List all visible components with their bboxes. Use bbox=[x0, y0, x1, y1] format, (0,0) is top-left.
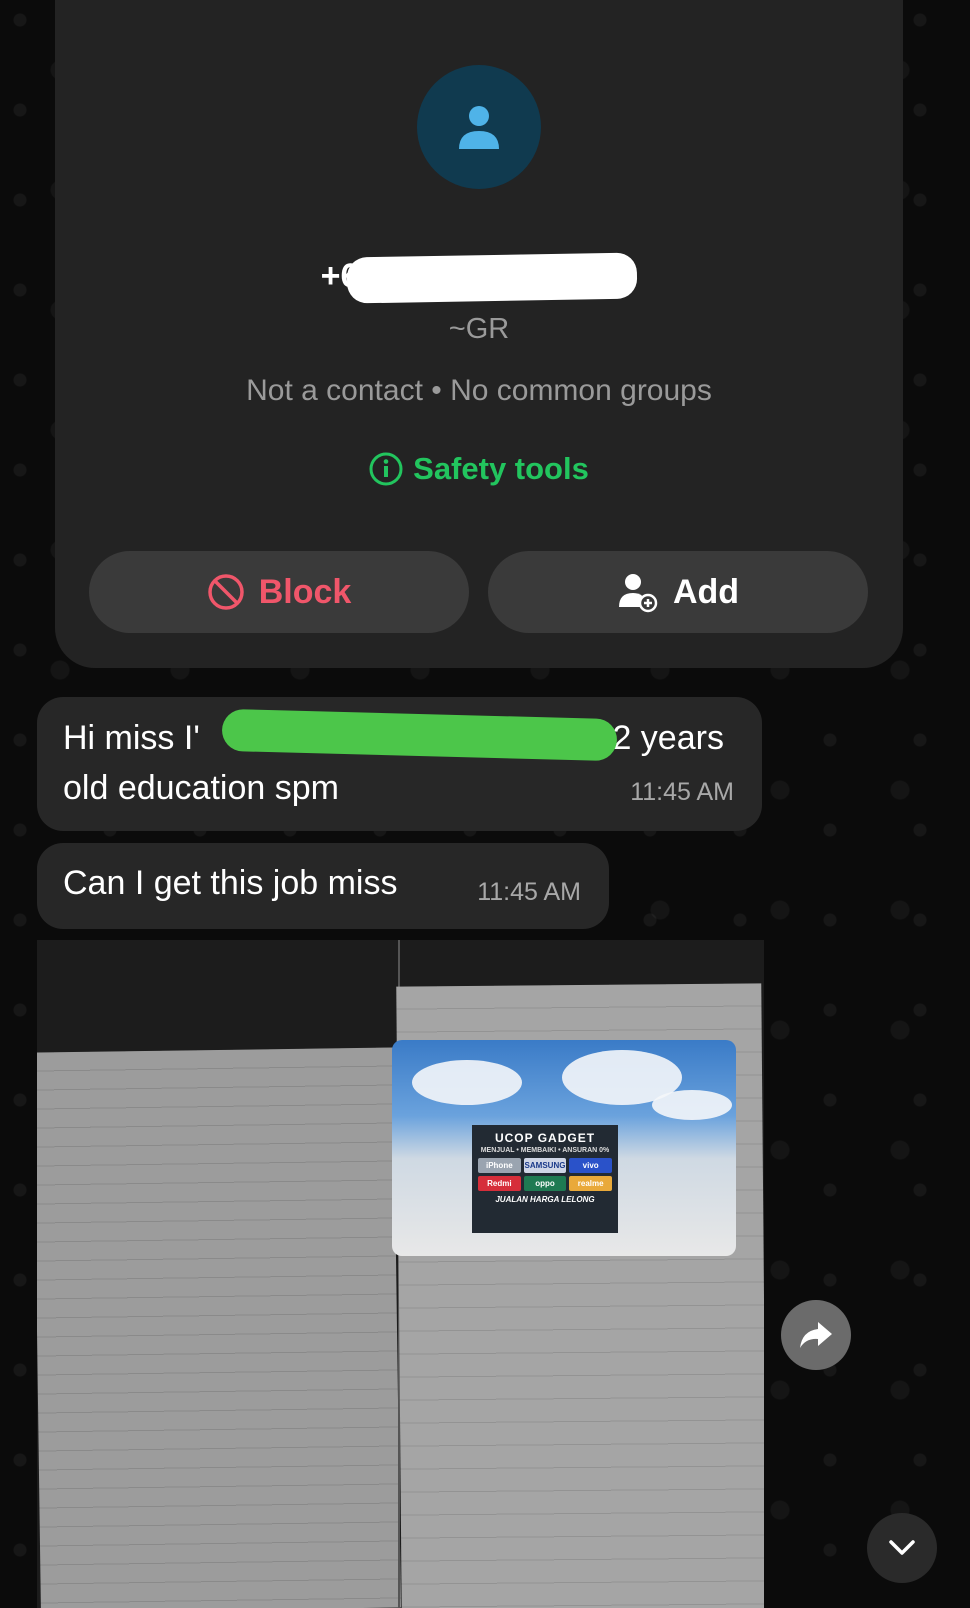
avatar[interactable] bbox=[417, 65, 541, 189]
scroll-to-bottom-button[interactable] bbox=[867, 1513, 937, 1583]
info-icon bbox=[369, 452, 403, 486]
block-label: Block bbox=[258, 572, 352, 611]
shop-sign: UCOP GADGET MENJUAL • MEMBAIKI • ANSURAN… bbox=[472, 1125, 618, 1233]
logo-redmi: Redmi bbox=[478, 1176, 521, 1191]
push-name: ~GR bbox=[448, 313, 510, 345]
logo-iphone: iPhone bbox=[478, 1158, 521, 1173]
cloud bbox=[652, 1090, 732, 1120]
sign-footer: JUALAN HARGA LELONG bbox=[495, 1195, 595, 1204]
safety-tools-link[interactable]: Safety tools bbox=[55, 451, 903, 487]
person-icon bbox=[459, 106, 499, 149]
incoming-message[interactable]: Hi miss I' I'm 22 years old education spm… bbox=[37, 697, 762, 831]
contact-info-card: +6 ~GR Not a contact • No common groups … bbox=[55, 0, 903, 668]
logo-vivo: vivo bbox=[569, 1158, 612, 1173]
block-button[interactable]: Block bbox=[89, 551, 469, 633]
shop-photo[interactable]: UCOP GADGET MENJUAL • MEMBAIKI • ANSURAN… bbox=[392, 1040, 736, 1256]
forward-icon bbox=[800, 1322, 832, 1348]
message-text: Can I get this job miss bbox=[63, 864, 398, 902]
redaction-mark bbox=[346, 252, 638, 304]
logo-samsung: SAMSUNG bbox=[523, 1158, 567, 1173]
logo-oppo: oppo bbox=[523, 1176, 567, 1191]
sign-tagline: MENJUAL • MEMBAIKI • ANSURAN 0% bbox=[480, 1147, 610, 1154]
incoming-message[interactable]: Can I get this job miss 11:45 AM bbox=[37, 843, 609, 929]
add-contact-button[interactable]: Add bbox=[488, 551, 868, 633]
handwritten-resume-page bbox=[37, 1047, 401, 1608]
forward-button[interactable] bbox=[781, 1300, 851, 1370]
message-time: 11:45 AM bbox=[630, 778, 734, 806]
add-person-icon bbox=[618, 574, 658, 613]
sign-brand: UCOP GADGET bbox=[494, 1131, 596, 1145]
add-label: Add bbox=[672, 572, 740, 611]
block-icon bbox=[207, 574, 244, 610]
phone-number: +6 bbox=[55, 252, 903, 304]
logo-realme: realme bbox=[569, 1176, 612, 1191]
cloud bbox=[412, 1060, 522, 1105]
contact-subtitle: Not a contact • No common groups bbox=[246, 374, 712, 407]
safety-tools-label: Safety tools bbox=[413, 451, 589, 486]
message-time: 11:45 AM bbox=[477, 878, 581, 906]
chevron-down-icon bbox=[889, 1540, 915, 1555]
